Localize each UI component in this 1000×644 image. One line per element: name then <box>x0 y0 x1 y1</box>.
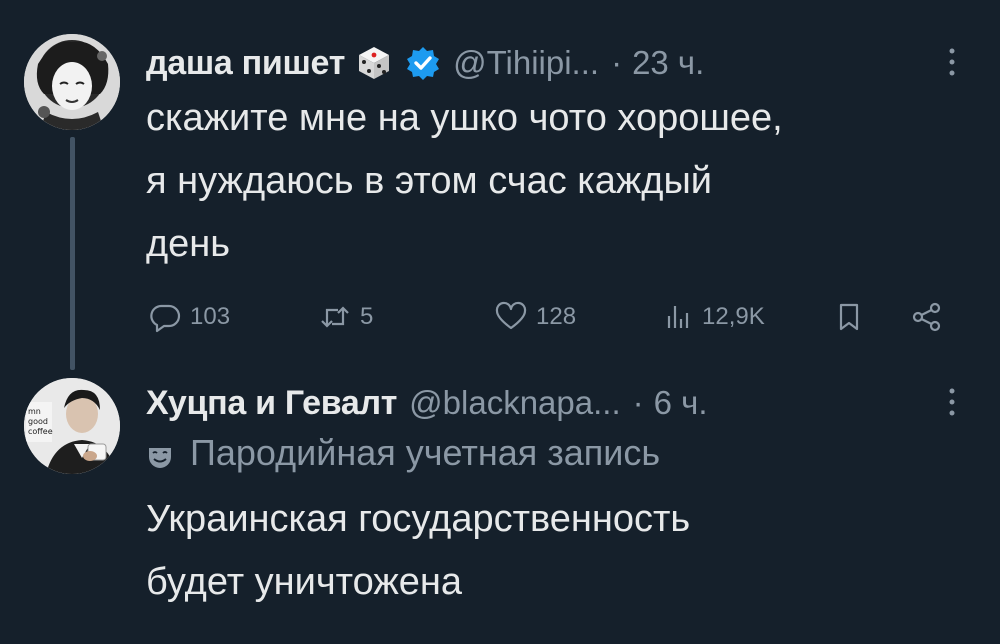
reply-icon <box>150 304 181 333</box>
views-chart-icon <box>667 306 689 328</box>
verified-badge-icon <box>405 45 441 81</box>
avatar-hutspa[interactable]: mn good coffee <box>24 378 120 474</box>
tweet-header: Хуцпа и Гевалт @blacknapa... · 6 ч. <box>146 378 970 428</box>
retweet-count: 5 <box>360 303 374 330</box>
share-button[interactable] <box>910 292 944 342</box>
tweet-2[interactable]: mn good coffee Хуцпа и Гевалт @blacknapa… <box>0 370 1000 644</box>
reply-button[interactable]: 103 <box>148 292 230 342</box>
tweet-header: даша пишет @Tihiipi... · 23 ч. <box>146 38 970 88</box>
display-name[interactable]: Хуцпа и Гевалт <box>146 384 397 423</box>
timestamp[interactable]: 23 ч. <box>632 44 704 82</box>
tweet-1[interactable]: даша пишет @Tihiipi... · 23 ч. скажите м… <box>0 0 1000 370</box>
parody-label: Пародийная учетная запись <box>146 428 660 478</box>
like-button[interactable]: 128 <box>494 292 576 342</box>
parody-label-text: Пародийная учетная запись <box>190 432 661 473</box>
svg-text:coffee: coffee <box>28 427 53 436</box>
more-options-icon[interactable] <box>942 42 962 82</box>
retweet-icon <box>321 306 349 328</box>
tweet-text: Украинская государственность будет уничт… <box>146 498 691 603</box>
views-count: 12,9K <box>702 303 765 330</box>
more-options-icon[interactable] <box>942 382 962 422</box>
separator-dot: · <box>632 384 644 421</box>
theater-mask-icon <box>146 439 174 468</box>
bookmark-button[interactable] <box>832 292 866 342</box>
share-icon <box>912 302 941 332</box>
like-count: 128 <box>536 303 577 330</box>
handle[interactable]: @Tihiipi... <box>453 44 599 82</box>
retweet-button[interactable]: 5 <box>318 292 373 342</box>
tweet-text: скажите мне на ушко чото хорошее, я нужд… <box>146 97 783 265</box>
display-name[interactable]: даша пишет <box>146 44 345 83</box>
bookmark-icon <box>839 303 859 331</box>
svg-text:mn: mn <box>28 407 41 416</box>
timestamp[interactable]: 6 ч. <box>654 384 708 422</box>
reply-count: 103 <box>190 303 231 330</box>
separator-dot: · <box>611 44 623 81</box>
tweet-actions: 103 5 128 12,9K <box>146 292 970 342</box>
thread-line <box>70 137 75 370</box>
heart-icon <box>495 301 527 330</box>
avatar-dasha[interactable] <box>24 34 120 130</box>
handle[interactable]: @blacknapa... <box>409 384 620 422</box>
dice-icon <box>355 44 393 82</box>
views-button[interactable]: 12,9K <box>660 292 765 342</box>
svg-text:good: good <box>28 417 48 426</box>
